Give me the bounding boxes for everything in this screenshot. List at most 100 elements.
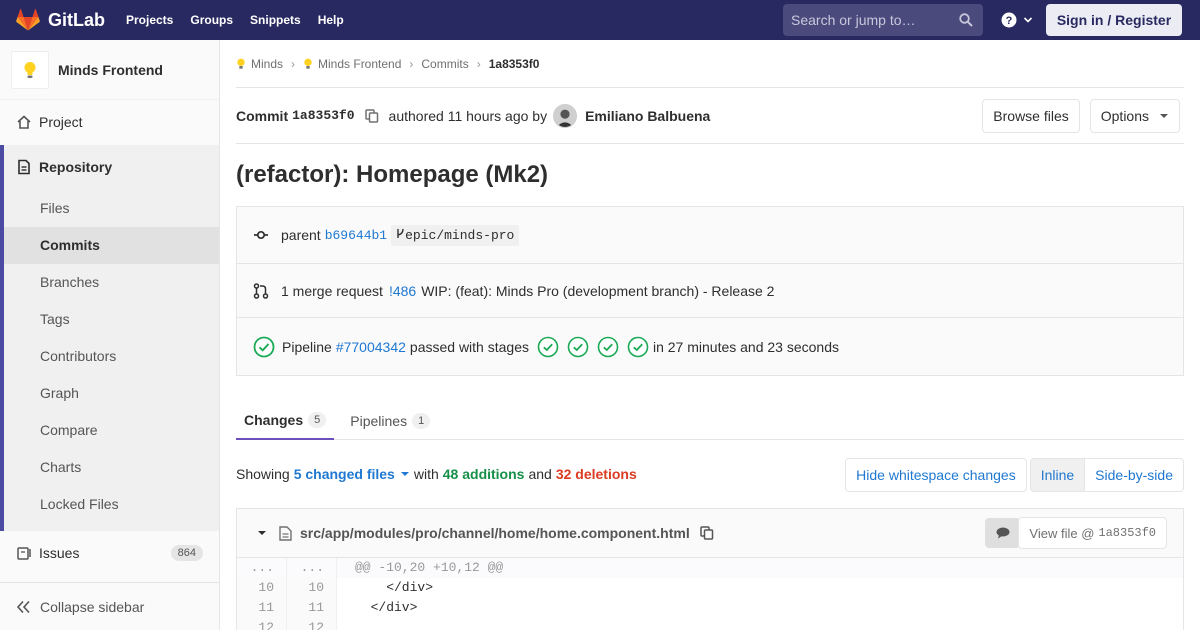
copy-sha-button[interactable] bbox=[364, 108, 379, 123]
merge-request-title: WIP: (feat): Minds Pro (development bran… bbox=[421, 282, 775, 299]
stage-success-icon[interactable] bbox=[537, 336, 559, 358]
commit-header: Commit 1a8353f0 authored 11 hours ago by… bbox=[236, 88, 1184, 144]
options-dropdown[interactable]: Options bbox=[1089, 99, 1180, 133]
collapse-sidebar-button[interactable]: Collapse sidebar bbox=[0, 582, 219, 630]
file-icon bbox=[279, 525, 292, 541]
old-line-number[interactable]: 11 bbox=[237, 598, 287, 618]
author-avatar[interactable] bbox=[553, 103, 578, 128]
sidebar-item-label: Project bbox=[39, 114, 83, 130]
merge-request-link[interactable]: !486 bbox=[389, 283, 416, 299]
sign-in-button[interactable]: Sign in / Register bbox=[1046, 4, 1182, 36]
sidebar-item-graph[interactable]: Graph bbox=[40, 385, 79, 401]
sidebar-item-issues[interactable]: Issues 864 bbox=[0, 542, 219, 564]
stage-success-icon[interactable] bbox=[597, 336, 619, 358]
tab-label: Changes bbox=[244, 412, 304, 428]
project-name: Minds Frontend bbox=[58, 61, 163, 78]
new-line-number[interactable]: 12 bbox=[287, 618, 337, 630]
search-box[interactable] bbox=[783, 4, 983, 36]
diff-line-code: </div> bbox=[355, 580, 434, 595]
pipeline-status: passed with stages bbox=[409, 338, 529, 355]
branch-icon bbox=[397, 228, 404, 238]
breadcrumb-minds-frontend[interactable]: Minds Frontend bbox=[303, 57, 401, 71]
tab-changes[interactable]: Changes 5 bbox=[236, 402, 335, 440]
sidebar-item-locked-files[interactable]: Locked Files bbox=[40, 496, 119, 512]
view-file-button[interactable]: View file @ 1a8353f0 bbox=[1018, 517, 1167, 549]
lightbulb-icon bbox=[237, 58, 245, 69]
diff-line-code: @@ -10,20 +10,12 @@ bbox=[337, 558, 1183, 578]
sidebar-item-commits[interactable]: Commits bbox=[40, 237, 100, 253]
nav-help[interactable]: Help bbox=[318, 13, 344, 27]
author-name[interactable]: Emiliano Balbuena bbox=[585, 108, 710, 124]
document-icon bbox=[16, 159, 32, 175]
diff-stats-row: Showing 5 changed files with 48 addition… bbox=[236, 440, 1184, 508]
gitlab-logo-link[interactable]: GitLab bbox=[16, 0, 105, 40]
pipeline-label: Pipeline bbox=[282, 338, 332, 355]
old-line-number[interactable]: 12 bbox=[237, 618, 287, 630]
breadcrumb-label: Minds bbox=[251, 56, 284, 71]
breadcrumb-separator: › bbox=[291, 56, 296, 71]
issues-count-badge: 864 bbox=[170, 545, 203, 561]
pipeline-link[interactable]: #77004342 bbox=[336, 339, 406, 355]
caret-down-icon bbox=[1160, 114, 1168, 118]
stage-success-icon[interactable] bbox=[627, 336, 649, 358]
deletions-count: 32 deletions bbox=[555, 466, 637, 482]
tab-label: Pipelines bbox=[350, 412, 408, 429]
with-text: with bbox=[413, 466, 439, 482]
search-input[interactable] bbox=[791, 12, 951, 28]
diff-line-code: </div> bbox=[355, 600, 418, 615]
svg-text:?: ? bbox=[1006, 15, 1013, 27]
sidebar-item-project[interactable]: Project bbox=[0, 111, 219, 133]
hide-whitespace-button[interactable]: Hide whitespace changes bbox=[845, 458, 1027, 492]
showing-text: Showing bbox=[236, 466, 290, 482]
diff-line: 11 11 </div> bbox=[237, 598, 1183, 618]
parent-sha-link[interactable]: b69644b1 bbox=[325, 228, 387, 243]
sidebar-item-tags[interactable]: Tags bbox=[40, 311, 70, 327]
nav-projects[interactable]: Projects bbox=[126, 13, 173, 27]
old-line-number[interactable]: ... bbox=[237, 558, 287, 578]
merge-request-icon bbox=[253, 282, 269, 299]
tab-pipelines[interactable]: Pipelines 1 bbox=[342, 402, 438, 439]
new-line-number[interactable]: ... bbox=[287, 558, 337, 578]
commit-tabs: Changes 5 Pipelines 1 bbox=[236, 402, 1184, 440]
file-path-link[interactable]: src/app/modules/pro/channel/home/home.co… bbox=[300, 525, 690, 541]
sidebar-item-branches[interactable]: Branches bbox=[40, 274, 99, 290]
nav-groups[interactable]: Groups bbox=[190, 13, 233, 27]
lightbulb-icon bbox=[24, 61, 36, 78]
sidebar-item-files[interactable]: Files bbox=[40, 200, 70, 216]
branch-tag[interactable]: epic/minds-pro bbox=[391, 224, 520, 246]
sidebar-project-header[interactable]: Minds Frontend bbox=[0, 40, 219, 100]
breadcrumb-minds[interactable]: Minds bbox=[236, 57, 283, 71]
breadcrumb-commits[interactable]: Commits bbox=[421, 57, 468, 71]
caret-down-icon[interactable] bbox=[257, 530, 267, 536]
diff-line: 10 10 </div> bbox=[237, 578, 1183, 598]
new-line-number[interactable]: 10 bbox=[287, 578, 337, 598]
copy-icon bbox=[364, 108, 378, 123]
new-line-number[interactable]: 11 bbox=[287, 598, 337, 618]
stage-success-icon[interactable] bbox=[567, 336, 589, 358]
diff-file: src/app/modules/pro/channel/home/home.co… bbox=[236, 508, 1184, 630]
sidebar-item-charts[interactable]: Charts bbox=[40, 459, 81, 475]
nav-snippets[interactable]: Snippets bbox=[250, 13, 301, 27]
changed-files-dropdown[interactable]: 5 changed files bbox=[294, 466, 410, 482]
copy-path-button[interactable] bbox=[699, 526, 714, 540]
sidebar-item-repository[interactable]: Repository bbox=[0, 156, 219, 178]
browse-files-button[interactable]: Browse files bbox=[982, 99, 1080, 133]
parent-label: parent bbox=[281, 227, 321, 243]
toggle-comments-button[interactable] bbox=[985, 518, 1020, 548]
sidebar-item-compare[interactable]: Compare bbox=[40, 422, 98, 438]
commit-label: Commit bbox=[236, 107, 289, 124]
sidebar-item-contributors[interactable]: Contributors bbox=[40, 348, 116, 364]
chevron-down-icon bbox=[1023, 17, 1033, 23]
diff-hunk-header: ... ... @@ -10,20 +10,12 @@ bbox=[237, 558, 1183, 578]
help-dropdown[interactable]: ? bbox=[1001, 12, 1033, 28]
brand-name: GitLab bbox=[48, 9, 105, 30]
breadcrumb-current-commit[interactable]: 1a8353f0 bbox=[489, 57, 540, 71]
side-by-side-button[interactable]: Side-by-side bbox=[1085, 458, 1184, 492]
question-icon: ? bbox=[1001, 12, 1017, 28]
top-navbar: GitLab Projects Groups Snippets Help ? S… bbox=[0, 0, 1200, 40]
status-success-icon[interactable] bbox=[253, 336, 275, 358]
old-line-number[interactable]: 10 bbox=[237, 578, 287, 598]
inline-view-button[interactable]: Inline bbox=[1029, 458, 1086, 492]
view-file-sha: 1a8353f0 bbox=[1098, 526, 1156, 540]
commit-icon bbox=[254, 230, 268, 240]
